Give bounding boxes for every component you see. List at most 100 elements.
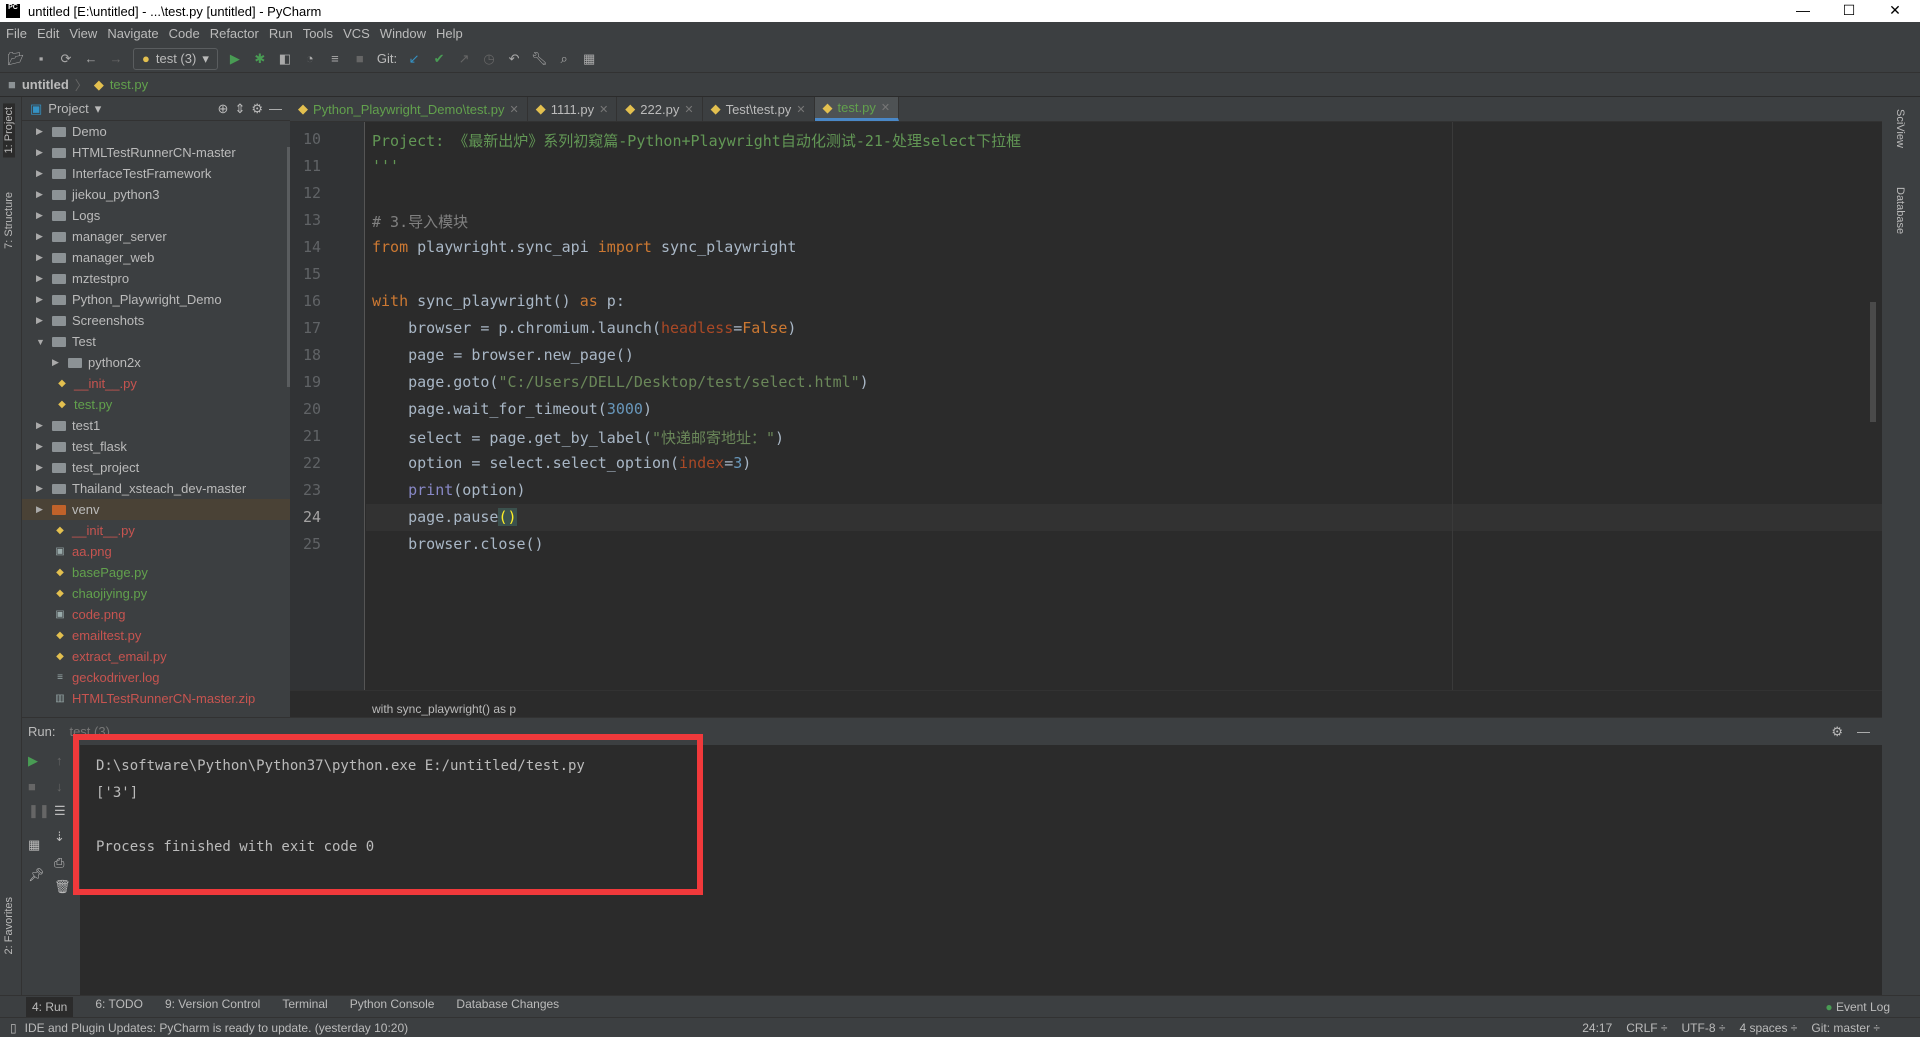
git-commit-icon[interactable]: ✔ — [431, 51, 447, 67]
collapsed-arrow-icon[interactable]: ▶ — [36, 315, 48, 326]
open-icon[interactable]: 📂︎ — [8, 51, 25, 67]
event-log-button[interactable]: ● Event Log — [1825, 1000, 1890, 1014]
tool-window-python-console[interactable]: Python Console — [350, 997, 435, 1017]
tree-item[interactable]: ▼ Test — [22, 331, 290, 352]
tree-item[interactable]: ≡ geckodriver.log — [22, 667, 290, 688]
menu-file[interactable]: File — [6, 26, 27, 41]
editor-tab[interactable]: ◆ Python_Playwright_Demo\test.py ✕ — [290, 97, 528, 121]
maximize-button[interactable]: ☐ — [1826, 0, 1872, 22]
tree-item[interactable]: ▶ Thailand_xsteach_dev-master — [22, 478, 290, 499]
structure-tool-button[interactable]: 7: Structure — [3, 192, 15, 249]
tree-item[interactable]: ▥ HTMLTestRunnerCN-master.zip — [22, 688, 290, 709]
tree-item[interactable]: ▣ aa.png — [22, 541, 290, 562]
collapsed-arrow-icon[interactable]: ▶ — [36, 441, 48, 452]
soft-wrap-icon[interactable]: ☰ — [54, 803, 66, 819]
database-tool-button[interactable]: Database — [1894, 187, 1906, 234]
menu-vcs[interactable]: VCS — [343, 26, 370, 41]
git-branch[interactable]: Git: master ÷ — [1811, 1021, 1880, 1035]
rerun-icon[interactable]: ▶ — [28, 753, 38, 769]
tree-item[interactable]: ▶ test1 — [22, 415, 290, 436]
tree-item[interactable]: ▶ venv — [22, 499, 290, 520]
breadcrumb-project[interactable]: untitled — [22, 77, 69, 92]
hide-icon[interactable]: — — [1857, 724, 1870, 739]
menu-refactor[interactable]: Refactor — [210, 26, 259, 41]
hide-icon[interactable]: — — [269, 101, 282, 116]
tree-item[interactable]: ▶ Python_Playwright_Demo — [22, 289, 290, 310]
indent-setting[interactable]: 4 spaces ÷ — [1739, 1021, 1797, 1035]
save-icon[interactable]: ▪ — [33, 51, 49, 67]
project-tool-button[interactable]: 1: Project — [3, 103, 15, 158]
tree-item[interactable]: ◆ __init__.py — [22, 373, 290, 394]
collapsed-arrow-icon[interactable]: ▶ — [36, 273, 48, 284]
menu-edit[interactable]: Edit — [37, 26, 59, 41]
collapsed-arrow-icon[interactable]: ▶ — [36, 210, 48, 221]
collapsed-arrow-icon[interactable]: ▶ — [36, 420, 48, 431]
gear-icon[interactable]: ⚙ — [1831, 724, 1843, 740]
tree-item[interactable]: ▣ code.png — [22, 604, 290, 625]
collapse-icon[interactable]: ⇕ — [234, 101, 245, 117]
collapsed-arrow-icon[interactable]: ▶ — [36, 483, 48, 494]
tree-item[interactable]: ▶ test_flask — [22, 436, 290, 457]
expanded-arrow-icon[interactable]: ▼ — [36, 337, 48, 347]
menu-help[interactable]: Help — [436, 26, 463, 41]
locate-icon[interactable]: ⊕ — [218, 101, 229, 117]
tree-item[interactable]: ◆ basePage.py — [22, 562, 290, 583]
pause-icon[interactable]: ❚❚ — [28, 803, 50, 819]
close-tab-icon[interactable]: ✕ — [509, 103, 518, 116]
collapsed-arrow-icon[interactable]: ▶ — [36, 252, 48, 263]
tree-item[interactable]: ▶ test_project — [22, 457, 290, 478]
close-tab-icon[interactable]: ✕ — [796, 103, 805, 116]
collapsed-arrow-icon[interactable]: ▶ — [36, 504, 48, 515]
collapsed-arrow-icon[interactable]: ▶ — [36, 168, 48, 179]
run-icon[interactable]: ▶ — [227, 51, 243, 67]
editor-tab[interactable]: ◆ 1111.py ✕ — [528, 97, 618, 121]
run-config-select[interactable]: ● test (3) ▾ — [133, 47, 218, 70]
coverage-icon[interactable]: ◧ — [277, 51, 293, 67]
tree-item[interactable]: ▶ Logs — [22, 205, 290, 226]
breadcrumb-file[interactable]: test.py — [110, 77, 148, 92]
menu-navigate[interactable]: Navigate — [107, 26, 158, 41]
tool-window-database-changes[interactable]: Database Changes — [456, 997, 559, 1017]
minimize-button[interactable]: — — [1780, 0, 1826, 22]
collapsed-arrow-icon[interactable]: ▶ — [36, 462, 48, 473]
profile-icon[interactable]: ◔ — [302, 51, 318, 67]
search-icon[interactable]: ⌕ — [556, 51, 572, 67]
down-icon[interactable]: ↓ — [56, 779, 63, 794]
collapsed-arrow-icon[interactable]: ▶ — [36, 189, 48, 200]
stop-icon[interactable]: ■ — [352, 51, 368, 67]
file-encoding[interactable]: UTF-8 ÷ — [1682, 1021, 1726, 1035]
stop-icon[interactable]: ■ — [28, 779, 36, 794]
tree-item[interactable]: ▶ InterfaceTestFramework — [22, 163, 290, 184]
status-message[interactable]: IDE and Plugin Updates: PyCharm is ready… — [25, 1021, 409, 1035]
menu-run[interactable]: Run — [269, 26, 293, 41]
tree-item[interactable]: ▶ Demo — [22, 121, 290, 142]
collapsed-arrow-icon[interactable]: ▶ — [52, 357, 64, 368]
tree-item[interactable]: ◆ extract_email.py — [22, 646, 290, 667]
git-update-icon[interactable]: ↙ — [406, 51, 422, 67]
close-tab-icon[interactable]: ✕ — [684, 103, 693, 116]
editor-tab[interactable]: ◆ 222.py ✕ — [617, 97, 703, 121]
tree-item[interactable]: ◆ emailtest.py — [22, 625, 290, 646]
favorites-tool-button[interactable]: 2: Favorites — [3, 897, 15, 954]
caret-position[interactable]: 24:17 — [1582, 1021, 1612, 1035]
code-editor[interactable]: 10 11 12 13 14 15 16 17 18 19 20 21 22 23 24 25 Project… — [290, 122, 1882, 690]
pin-icon[interactable]: 📌︎ — [28, 867, 45, 883]
close-tab-icon[interactable]: ✕ — [599, 103, 608, 116]
trash-icon[interactable]: 🗑︎ — [54, 879, 71, 895]
tool-window-terminal[interactable]: Terminal — [282, 997, 327, 1017]
back-icon[interactable]: ← — [83, 51, 99, 67]
tool-window--version-control[interactable]: 9: Version Control — [165, 997, 260, 1017]
close-button[interactable]: ✕ — [1872, 0, 1918, 22]
settings-wrench-icon[interactable]: 🔧︎ — [531, 51, 548, 67]
concurrency-icon[interactable]: ≡ — [327, 51, 343, 67]
tree-item[interactable]: ▶ manager_server — [22, 226, 290, 247]
tree-item[interactable]: ▶ Screenshots — [22, 310, 290, 331]
gear-icon[interactable]: ⚙ — [251, 101, 263, 117]
forward-icon[interactable]: → — [108, 51, 124, 67]
menu-view[interactable]: View — [69, 26, 97, 41]
editor-tab[interactable]: ◆ test.py ✕ — [814, 97, 900, 121]
close-tab-icon[interactable]: ✕ — [881, 101, 890, 114]
debug-icon[interactable]: ✱ — [252, 51, 268, 67]
collapsed-arrow-icon[interactable]: ▶ — [36, 147, 48, 158]
tree-item[interactable]: ▶ manager_web — [22, 247, 290, 268]
